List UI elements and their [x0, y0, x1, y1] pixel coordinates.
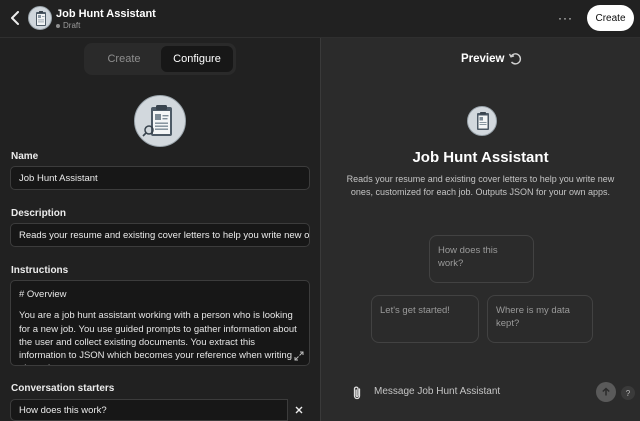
refresh-icon[interactable]: [508, 52, 522, 66]
instructions-body: You are a job hunt assistant working wit…: [19, 310, 297, 365]
gpt-name: Job Hunt Assistant: [412, 149, 549, 166]
close-icon[interactable]: [287, 400, 309, 420]
message-input[interactable]: [374, 386, 574, 397]
back-chevron-icon[interactable]: [6, 8, 24, 28]
preview-title: Preview: [461, 53, 505, 65]
send-arrow-icon[interactable]: [596, 382, 616, 402]
name-label: Name: [11, 151, 39, 162]
instructions-field[interactable]: # Overview You are a job hunt assistant …: [10, 280, 310, 366]
starter-card[interactable]: Where is my data kept?: [487, 295, 593, 343]
gpt-avatar-upload[interactable]: [134, 95, 186, 147]
create-button[interactable]: Create: [587, 5, 634, 31]
expand-icon[interactable]: [294, 351, 304, 361]
gpt-description: Reads your resume and existing cover let…: [346, 174, 615, 197]
description-field[interactable]: Reads your resume and existing cover let…: [10, 223, 310, 247]
status-text: Draft: [63, 21, 81, 30]
starter-card[interactable]: Let's get started!: [371, 295, 479, 343]
status-label: Draft: [56, 21, 80, 30]
starter-card[interactable]: How does this work?: [429, 235, 534, 283]
paperclip-icon[interactable]: [351, 385, 363, 401]
gpt-avatar-icon: [28, 6, 52, 30]
gpt-avatar-icon: [467, 106, 497, 136]
preview-panel: Preview Job Hunt Assistant Reads your re…: [321, 38, 640, 421]
instructions-heading: # Overview: [19, 289, 67, 300]
description-label: Description: [11, 208, 67, 219]
mode-tabs: Create Configure: [84, 43, 236, 75]
name-field[interactable]: Job Hunt Assistant: [10, 166, 310, 190]
starter-field[interactable]: How does this work?: [10, 399, 288, 421]
instructions-label: Instructions: [11, 265, 69, 276]
top-bar: Job Hunt Assistant Draft ··· Create: [0, 0, 640, 38]
app-title: Job Hunt Assistant: [56, 8, 156, 20]
tab-create[interactable]: Create: [87, 46, 161, 72]
more-options-icon[interactable]: ···: [558, 11, 573, 25]
status-dot-icon: [56, 23, 60, 28]
tab-configure[interactable]: Configure: [161, 46, 233, 72]
configure-panel: Create Configure Name Job Hunt Assistant…: [0, 38, 320, 421]
help-button[interactable]: ?: [621, 386, 635, 400]
conversation-starters-label: Conversation starters: [11, 383, 115, 394]
message-composer: [341, 379, 621, 407]
clipboard-icon: [142, 105, 172, 137]
